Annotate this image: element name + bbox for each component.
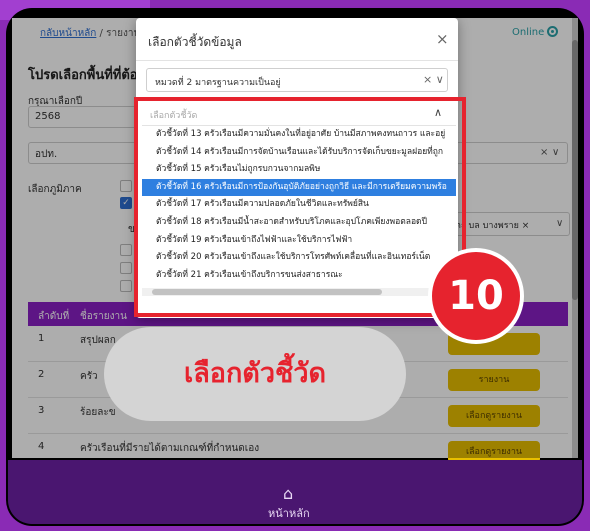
standard-category-value: หมวดที่ 2 มาตรฐานความเป็นอยู่ (155, 78, 281, 88)
instruction-callout: เลือกตัวชี้วัด (104, 327, 406, 421)
close-icon[interactable]: × (436, 30, 449, 48)
home-nav-label[interactable]: หน้าหลัก (268, 504, 310, 522)
home-icon[interactable]: ⌂ (283, 486, 293, 502)
standard-category-clear-chevron-icon[interactable]: × ∨ (423, 73, 444, 86)
modal-divider (136, 60, 458, 61)
step-number-badge: 10 (428, 248, 524, 344)
standard-category-select[interactable]: หมวดที่ 2 มาตรฐานความเป็นอยู่ × ∨ (146, 68, 448, 92)
highlight-box (134, 97, 466, 317)
modal-title: เลือกตัวชี้วัดข้อมูล (148, 35, 242, 49)
